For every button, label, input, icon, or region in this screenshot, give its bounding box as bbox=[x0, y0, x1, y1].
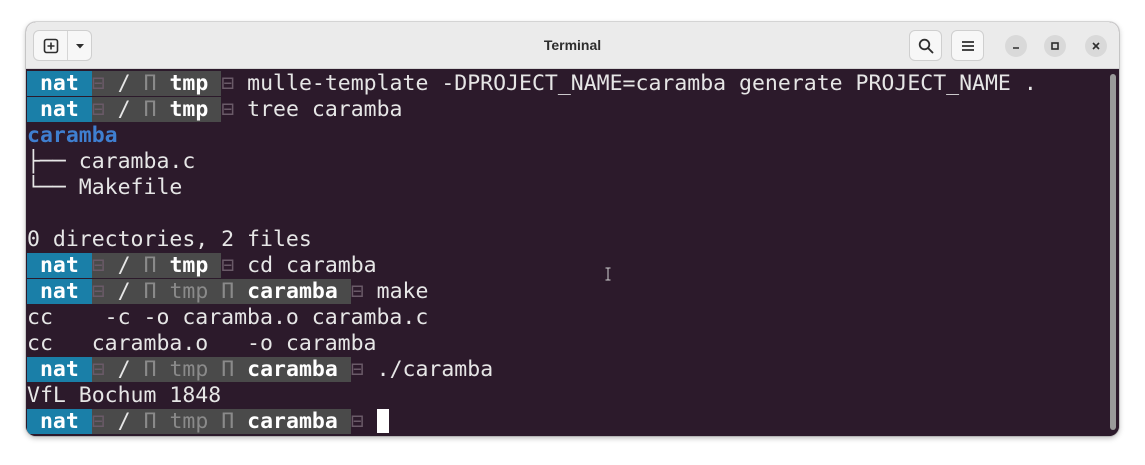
prompt-path: ⊟ / Π tmp Π caramba bbox=[91, 409, 351, 434]
terminal-line: nat ⊟ / Π tmp ⊟ mulle-template -DPROJECT… bbox=[26, 71, 1119, 97]
new-tab-group bbox=[33, 30, 92, 61]
header-bar: Terminal bbox=[26, 22, 1119, 69]
prompt-user: nat bbox=[27, 279, 92, 304]
terminal-line: nat ⊟ / Π tmp Π caramba ⊟ ./caramba bbox=[26, 357, 1119, 383]
prompt-user: nat bbox=[27, 409, 92, 434]
prompt-user: nat bbox=[27, 71, 92, 96]
new-tab-button[interactable] bbox=[34, 31, 69, 60]
tree-item-line: └── Makefile bbox=[27, 175, 183, 200]
output-line: cc caramba.o -o caramba bbox=[27, 331, 377, 356]
terminal-line: nat ⊟ / Π tmp ⊟ tree caramba bbox=[26, 97, 1119, 123]
terminal-line: nat ⊟ / Π tmp Π caramba ⊟ make bbox=[26, 279, 1119, 305]
hamburger-menu-icon bbox=[961, 40, 974, 51]
terminal-line: nat ⊟ / Π tmp Π caramba ⊟ bbox=[26, 409, 1119, 435]
prompt-user: nat bbox=[27, 357, 92, 382]
command-text: cd caramba bbox=[247, 253, 377, 278]
output-line: cc -c -o caramba.o caramba.c bbox=[27, 305, 429, 330]
maximize-button[interactable] bbox=[1044, 35, 1066, 57]
text-cursor bbox=[376, 409, 389, 433]
main-menu-button[interactable] bbox=[951, 30, 984, 61]
command-text: mulle-template -DPROJECT_NAME=caramba ge… bbox=[247, 71, 1037, 96]
prompt-path: ⊟ / Π tmp Π caramba bbox=[91, 279, 351, 304]
terminal-output[interactable]: nat ⊟ / Π tmp ⊟ mulle-template -DPROJECT… bbox=[26, 69, 1119, 436]
prompt-user: nat bbox=[27, 253, 92, 278]
search-button[interactable] bbox=[909, 30, 942, 61]
command-text: make bbox=[376, 279, 429, 304]
search-icon bbox=[918, 38, 933, 53]
prompt-path: ⊟ / Π tmp Π caramba bbox=[91, 357, 351, 382]
prompt-path: ⊟ / Π tmp bbox=[91, 253, 222, 278]
tree-summary-line: 0 directories, 2 files bbox=[27, 227, 312, 252]
command-text: ./caramba bbox=[376, 357, 494, 382]
output-line: VfL Bochum 1848 bbox=[27, 383, 222, 408]
tree-item-line: ├── caramba.c bbox=[27, 149, 196, 174]
command-text: tree caramba bbox=[247, 97, 403, 122]
scrollbar[interactable] bbox=[1110, 74, 1116, 430]
plus-in-square-icon bbox=[43, 38, 59, 53]
maximize-icon bbox=[1051, 42, 1059, 50]
ibeam-cursor-icon bbox=[605, 267, 611, 281]
chevron-down-icon bbox=[75, 43, 84, 48]
prompt-path: ⊟ / Π tmp bbox=[91, 71, 222, 96]
prompt-path: ⊟ / Π tmp bbox=[91, 97, 222, 122]
tab-menu-button[interactable] bbox=[68, 31, 91, 60]
minimize-button[interactable] bbox=[1005, 35, 1027, 57]
minimize-icon bbox=[1013, 47, 1019, 49]
prompt-user: nat bbox=[27, 97, 92, 122]
terminal-line: nat ⊟ / Π tmp ⊟ cd caramba bbox=[26, 253, 1119, 279]
close-button[interactable] bbox=[1085, 35, 1107, 57]
terminal-window: Terminal nat ⊟ / Π tmp ⊟ mulle-template … bbox=[26, 22, 1119, 436]
tree-root-line: caramba bbox=[27, 123, 118, 148]
close-icon bbox=[1092, 42, 1100, 50]
